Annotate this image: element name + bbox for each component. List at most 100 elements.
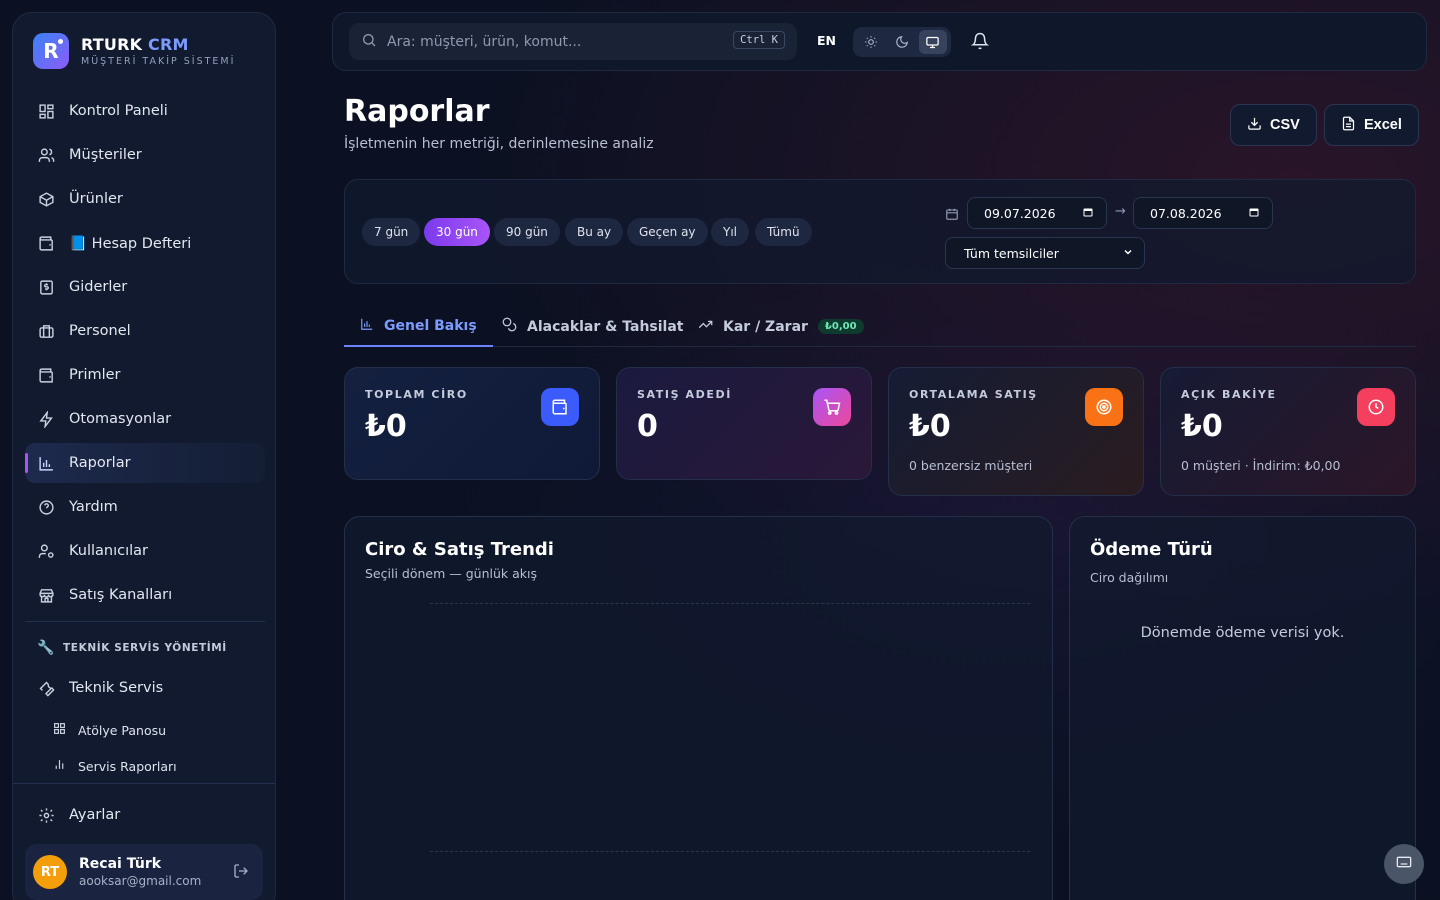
system-theme-button[interactable] xyxy=(918,30,947,54)
range-chip-year[interactable]: Yıl xyxy=(711,218,749,246)
sidebar-item-technical-service[interactable]: Teknik Servis xyxy=(25,668,265,708)
sidebar-item-bonuses[interactable]: Primler xyxy=(25,355,265,395)
sidebar-item-label: Kullanıcılar xyxy=(69,543,149,559)
tab-profit-loss[interactable]: Kar / Zarar ₺0,00 xyxy=(698,306,864,347)
bolt-icon xyxy=(37,410,55,428)
empty-state-message: Dönemde ödeme verisi yok. xyxy=(1140,625,1345,641)
user-card[interactable]: RT Recai Türk aooksar@gmail.com xyxy=(25,844,263,900)
sidebar-subitem-service-reports[interactable]: Servis Raporları xyxy=(25,748,265,784)
page-subtitle: İşletmenin her metriği, derinlemesine an… xyxy=(344,136,654,152)
shortcut-hint: Ctrl K xyxy=(733,31,785,49)
page-title: Raporlar xyxy=(344,94,490,129)
bar-chart-icon xyxy=(360,317,374,335)
coins-icon xyxy=(502,317,517,336)
sidebar-item-products[interactable]: Ürünler xyxy=(25,179,265,219)
sidebar-item-expenses[interactable]: Giderler xyxy=(25,267,265,307)
excel-export-button[interactable]: Excel xyxy=(1324,104,1419,146)
topbar: Ara: müşteri, ürün, komut... Ctrl K EN xyxy=(332,12,1427,71)
sidebar-item-label: Müşteriler xyxy=(69,147,142,163)
range-chip-30d[interactable]: 30 gün xyxy=(424,218,490,246)
sidebar-item-label: Ürünler xyxy=(69,191,123,207)
sidebar-nav: Kontrol Paneli Müşteriler Ürünler 📘 Hesa… xyxy=(25,91,265,784)
date-to-input[interactable]: 07.08.2026 xyxy=(1133,197,1273,229)
sidebar-item-sales-channels[interactable]: Satış Kanalları xyxy=(25,575,265,615)
dashboard-icon xyxy=(37,102,55,120)
tab-label: Genel Bakış xyxy=(384,317,477,334)
service-section-label: 🔧 TEKNİK SERVİS YÖNETİMİ xyxy=(37,640,227,656)
keyboard-icon xyxy=(1396,854,1412,874)
chart-gridline xyxy=(430,851,1030,852)
sidebar: R RTURK CRM MÜŞTERİ TAKİP SİSTEMİ Kontro… xyxy=(12,12,276,900)
theme-switcher xyxy=(853,27,951,57)
filter-panel: 7 gün 30 gün 90 gün Bu ay Geçen ay Yıl T… xyxy=(344,179,1416,284)
representative-select[interactable]: Tüm temsilciler xyxy=(945,237,1145,269)
clock-icon xyxy=(1357,388,1395,426)
sidebar-bottom-divider xyxy=(13,783,275,784)
tab-label: Kar / Zarar xyxy=(723,318,808,335)
sidebar-subitem-workshop-board[interactable]: Atölye Panosu xyxy=(25,712,265,748)
calendar-picker-icon xyxy=(1248,206,1260,221)
tab-receivables[interactable]: Alacaklar & Tahsilat xyxy=(502,306,683,347)
date-from-input[interactable]: 09.07.2026 xyxy=(967,197,1107,229)
sidebar-item-staff[interactable]: Personel xyxy=(25,311,265,351)
sidebar-item-reports[interactable]: Raporlar xyxy=(25,443,265,483)
csv-label: CSV xyxy=(1270,117,1300,133)
target-icon xyxy=(1085,388,1123,426)
sidebar-item-label: Otomasyonlar xyxy=(69,411,172,427)
sidebar-item-dashboard[interactable]: Kontrol Paneli xyxy=(25,91,265,131)
help-icon xyxy=(37,498,55,516)
light-theme-button[interactable] xyxy=(857,30,885,54)
trending-up-icon xyxy=(698,317,713,336)
wrench-icon xyxy=(37,679,55,697)
range-chip-7d[interactable]: 7 gün xyxy=(362,218,421,246)
excel-label: Excel xyxy=(1364,117,1402,133)
date-range-arrow: → xyxy=(1115,204,1126,219)
sidebar-item-users[interactable]: Kullanıcılar xyxy=(25,531,265,571)
range-chip-last-month[interactable]: Geçen ay xyxy=(627,218,708,246)
wallet-icon xyxy=(37,234,55,252)
sidebar-item-label: Primler xyxy=(69,367,121,383)
panel-title: Ödeme Türü xyxy=(1090,539,1213,560)
sidebar-item-label: Kontrol Paneli xyxy=(69,103,168,119)
csv-export-button[interactable]: CSV xyxy=(1230,104,1317,146)
sidebar-item-label: Satış Kanalları xyxy=(69,587,173,603)
sidebar-item-help[interactable]: Yardım xyxy=(25,487,265,527)
tab-label: Alacaklar & Tahsilat xyxy=(527,318,684,335)
range-chip-90d[interactable]: 90 gün xyxy=(494,218,560,246)
sidebar-item-settings[interactable]: Ayarlar xyxy=(25,795,265,835)
revenue-trend-panel: Ciro & Satış Trendi Seçili dönem — günlü… xyxy=(344,516,1053,900)
dark-theme-button[interactable] xyxy=(888,30,916,54)
representative-select-value: Tüm temsilciler xyxy=(964,245,1059,261)
sidebar-item-automations[interactable]: Otomasyonlar xyxy=(25,399,265,439)
search-input[interactable]: Ara: müşteri, ürün, komut... Ctrl K xyxy=(349,23,797,60)
sidebar-item-label: Personel xyxy=(69,323,131,339)
cart-icon xyxy=(813,388,851,426)
tab-overview[interactable]: Genel Bakış xyxy=(344,306,493,347)
panel-title: Ciro & Satış Trendi xyxy=(365,539,554,560)
calendar-picker-icon xyxy=(1082,206,1094,221)
bar-chart-icon xyxy=(37,454,55,472)
file-icon xyxy=(1341,116,1356,135)
sidebar-item-label: Yardım xyxy=(69,499,118,515)
sidebar-item-label: Raporlar xyxy=(69,455,131,471)
sidebar-item-label: Giderler xyxy=(69,279,128,295)
range-chip-this-month[interactable]: Bu ay xyxy=(565,218,624,246)
range-chip-all[interactable]: Tümü xyxy=(755,218,812,246)
bell-icon[interactable] xyxy=(970,32,990,54)
keyboard-shortcuts-button[interactable] xyxy=(1384,844,1424,884)
logout-icon[interactable] xyxy=(233,863,249,883)
sidebar-divider xyxy=(25,621,265,622)
chevron-down-icon xyxy=(1122,246,1134,261)
brand-subtitle: MÜŞTERİ TAKİP SİSTEMİ xyxy=(81,56,236,67)
store-icon xyxy=(37,586,55,604)
language-toggle[interactable]: EN xyxy=(817,33,836,48)
sidebar-item-ledger[interactable]: 📘 Hesap Defteri xyxy=(25,223,265,263)
panel-subtitle: Ciro dağılımı xyxy=(1090,570,1169,585)
date-to-value: 07.08.2026 xyxy=(1150,205,1222,221)
users-icon xyxy=(37,146,55,164)
kpi-sales-count: SATIŞ ADEDİ 0 xyxy=(616,367,872,480)
sidebar-item-customers[interactable]: Müşteriler xyxy=(25,135,265,175)
brand[interactable]: R RTURK CRM MÜŞTERİ TAKİP SİSTEMİ xyxy=(33,33,235,69)
sidebar-item-label: Ayarlar xyxy=(69,807,121,823)
download-icon xyxy=(1247,116,1262,135)
